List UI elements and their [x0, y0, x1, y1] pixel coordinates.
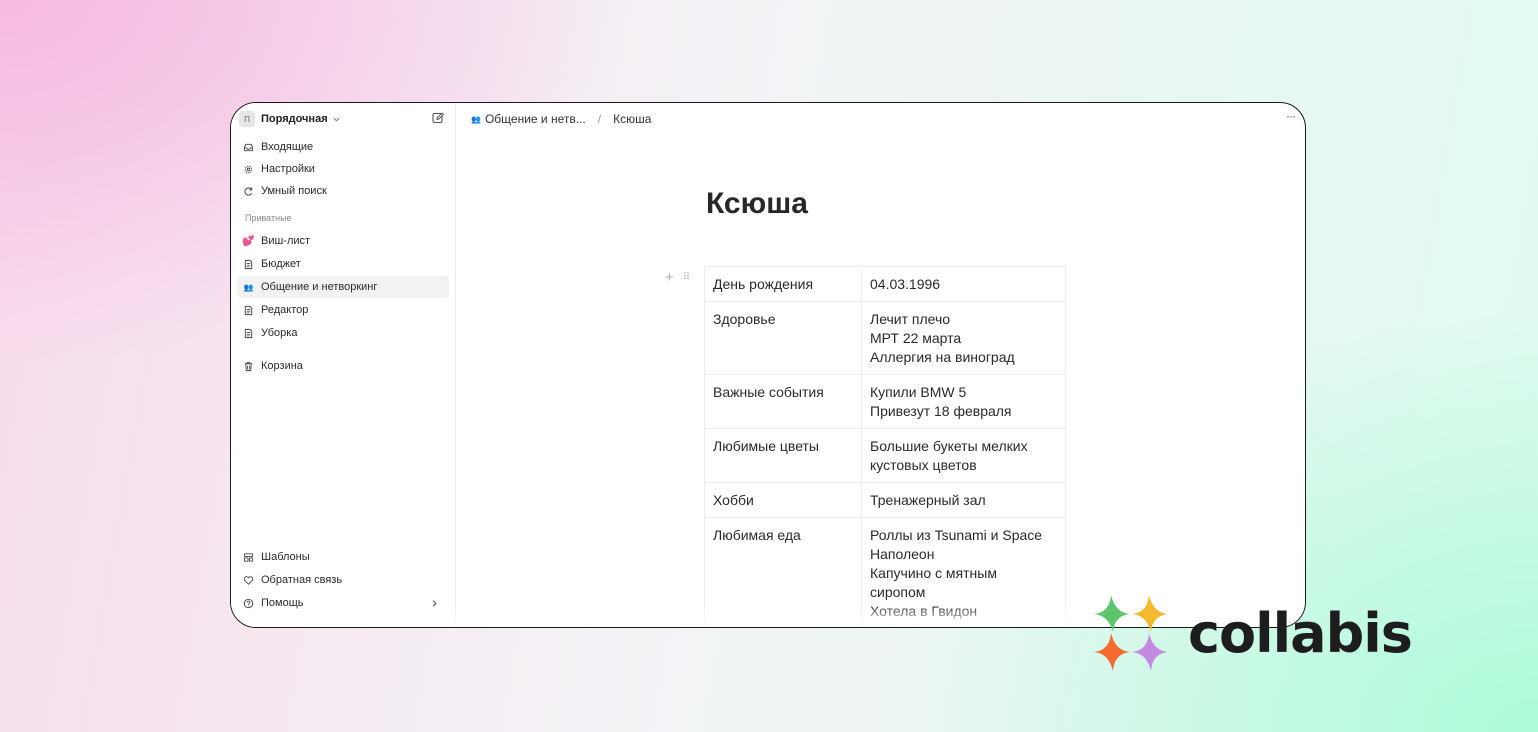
sidebar-item-label: Умный поиск — [261, 185, 327, 197]
property-row: Здоровье Лечит плечо МРТ 22 марта Аллергия … — [704, 301, 1066, 375]
property-value-line: Капучино с мятным — [870, 565, 997, 581]
section-label-private: Приватные — [245, 213, 292, 223]
sidebar-item-wishlist[interactable]: 💕 Виш-лист — [237, 230, 449, 252]
property-value-line: Тренажерный зал — [870, 492, 986, 508]
property-value-line: Роллы из Tsunami и Space — [870, 527, 1043, 543]
property-value-line: 04.03.1996 — [870, 276, 941, 292]
property-value-line: Аллергия на виноград — [870, 349, 1015, 365]
sidebar-item-trash[interactable]: Корзина — [237, 355, 449, 377]
breadcrumb-current[interactable]: Ксюша — [613, 112, 651, 126]
breadcrumb-separator: / — [597, 112, 602, 126]
sidebar-item-label: Виш-лист — [261, 235, 311, 247]
property-value[interactable]: 04.03.1996 — [861, 266, 1066, 302]
sidebar-item-feedback[interactable]: Обратная связь — [237, 569, 449, 591]
brand-name: collabis — [1188, 602, 1413, 665]
block-tools: + ⠿ — [665, 269, 690, 286]
sidebar-item-label: Корзина — [261, 360, 303, 372]
sidebar-item-cleaning[interactable]: Уборка — [237, 322, 449, 344]
property-key[interactable]: Здоровье — [704, 301, 862, 375]
more-options-icon[interactable]: ··· — [1286, 109, 1296, 123]
sidebar-item-label: Общение и нетворкинг — [261, 281, 378, 293]
property-value-line: Лечит плечо — [870, 311, 951, 327]
hearts-emoji-icon: 💕 — [242, 235, 255, 247]
sidebar-item-help[interactable]: Помощь — [237, 592, 449, 614]
document-icon — [244, 305, 253, 315]
people-emoji-icon: 👥 — [471, 114, 481, 124]
page-title[interactable]: Ксюша — [706, 187, 808, 221]
templates-icon — [243, 552, 254, 562]
property-value-line: Привезут 18 февраля — [870, 403, 1012, 419]
sidebar-item-label: Шаблоны — [261, 551, 310, 563]
sidebar-item-label: Редактор — [261, 304, 309, 316]
property-value-line: Наполеон — [870, 546, 935, 562]
main-content: 👥 Общение и нетв... / Ксюша ··· Ксюша + … — [455, 103, 1305, 627]
property-row: Любимые цветы Большие букеты мелких кустов… — [704, 428, 1066, 483]
property-value[interactable]: Лечит плечо МРТ 22 марта Аллергия на виног… — [861, 301, 1066, 375]
logo-petal — [1094, 633, 1130, 671]
inbox-icon — [243, 143, 254, 151]
new-page-edit-icon[interactable] — [431, 111, 445, 125]
collabis-logo-mark-icon — [1094, 595, 1168, 671]
document-icon — [244, 259, 253, 269]
sidebar-item-networking[interactable]: 👥 Общение и нетворкинг — [237, 276, 449, 298]
sidebar-trash-nav: Корзина — [237, 355, 449, 377]
property-row: День рождения 04.03.1996 — [704, 266, 1066, 302]
sidebar-item-label: Помощь — [261, 597, 304, 609]
drag-handle-icon[interactable]: ⠿ — [683, 272, 690, 283]
chevron-down-icon — [333, 117, 340, 122]
sidebar-item-settings[interactable]: Настройки — [237, 158, 449, 180]
property-row: Хобби Тренажерный зал — [704, 482, 1066, 518]
sidebar: П Порядочная Входящие Настройки Умный по… — [231, 103, 456, 627]
chevron-right-icon — [432, 599, 437, 607]
property-key[interactable]: Любимые цветы — [704, 428, 862, 483]
smart-search-icon — [244, 186, 253, 196]
help-icon — [243, 598, 254, 608]
sidebar-item-inbox[interactable]: Входящие — [237, 136, 449, 158]
heart-icon — [243, 575, 254, 585]
property-value-line: кустовых цветов — [870, 457, 977, 473]
property-value-line: Купили BMW 5 — [870, 384, 967, 400]
sidebar-item-templates[interactable]: Шаблоны — [237, 546, 449, 568]
sidebar-item-label: Уборка — [261, 327, 298, 339]
property-value[interactable]: Купили BMW 5 Привезут 18 февраля — [861, 374, 1066, 429]
brand-logo: collabis — [1092, 594, 1413, 674]
add-block-icon[interactable]: + — [665, 269, 674, 286]
sidebar-item-editor[interactable]: Редактор — [237, 299, 449, 321]
document-icon — [244, 328, 253, 338]
workspace-switcher[interactable]: П Порядочная — [239, 110, 341, 128]
breadcrumb: 👥 Общение и нетв... / Ксюша — [471, 110, 651, 128]
properties-table: День рождения 04.03.1996 Здоровье Лечит пле… — [704, 266, 1066, 627]
app-window: П Порядочная Входящие Настройки Умный по… — [230, 102, 1306, 628]
sidebar-top-nav: Входящие Настройки Умный поиск — [237, 136, 449, 202]
property-key[interactable]: Хобби — [704, 482, 862, 518]
sidebar-bottom-nav: Шаблоны Обратная связь Помощь — [237, 546, 449, 614]
property-value-line: Большие букеты мелких — [870, 438, 1028, 454]
sidebar-item-label: Обратная связь — [261, 574, 343, 586]
sidebar-item-label: Бюджет — [261, 258, 301, 270]
people-emoji-icon: 👥 — [243, 282, 254, 292]
property-value[interactable]: Большие букеты мелких кустовых цветов — [861, 428, 1066, 483]
breadcrumb-parent-link[interactable]: Общение и нетв... — [485, 112, 586, 126]
property-value[interactable]: Тренажерный зал — [861, 482, 1066, 518]
property-value-line: МРТ 22 марта — [870, 330, 962, 346]
workspace-name: Порядочная — [261, 113, 328, 125]
trash-icon — [244, 361, 253, 371]
sidebar-item-label: Входящие — [261, 141, 314, 153]
property-value-line: сиропом — [870, 584, 926, 600]
gear-icon — [244, 165, 253, 173]
property-key[interactable]: Важные события — [704, 374, 862, 429]
logo-petal — [1132, 633, 1168, 671]
sidebar-item-smart-search[interactable]: Умный поиск — [237, 180, 449, 202]
sidebar-item-label: Настройки — [261, 163, 315, 175]
logo-petal — [1132, 595, 1168, 632]
property-key[interactable]: День рождения — [704, 266, 862, 302]
property-row: Важные события Купили BMW 5 Привезут 18 фе… — [704, 374, 1066, 429]
sidebar-private-nav: Приватные 💕 Виш-лист Бюджет 👥 Общение и … — [237, 208, 449, 344]
sidebar-item-budget[interactable]: Бюджет — [237, 253, 449, 275]
logo-petal — [1094, 595, 1130, 632]
workspace-avatar: П — [239, 111, 255, 127]
